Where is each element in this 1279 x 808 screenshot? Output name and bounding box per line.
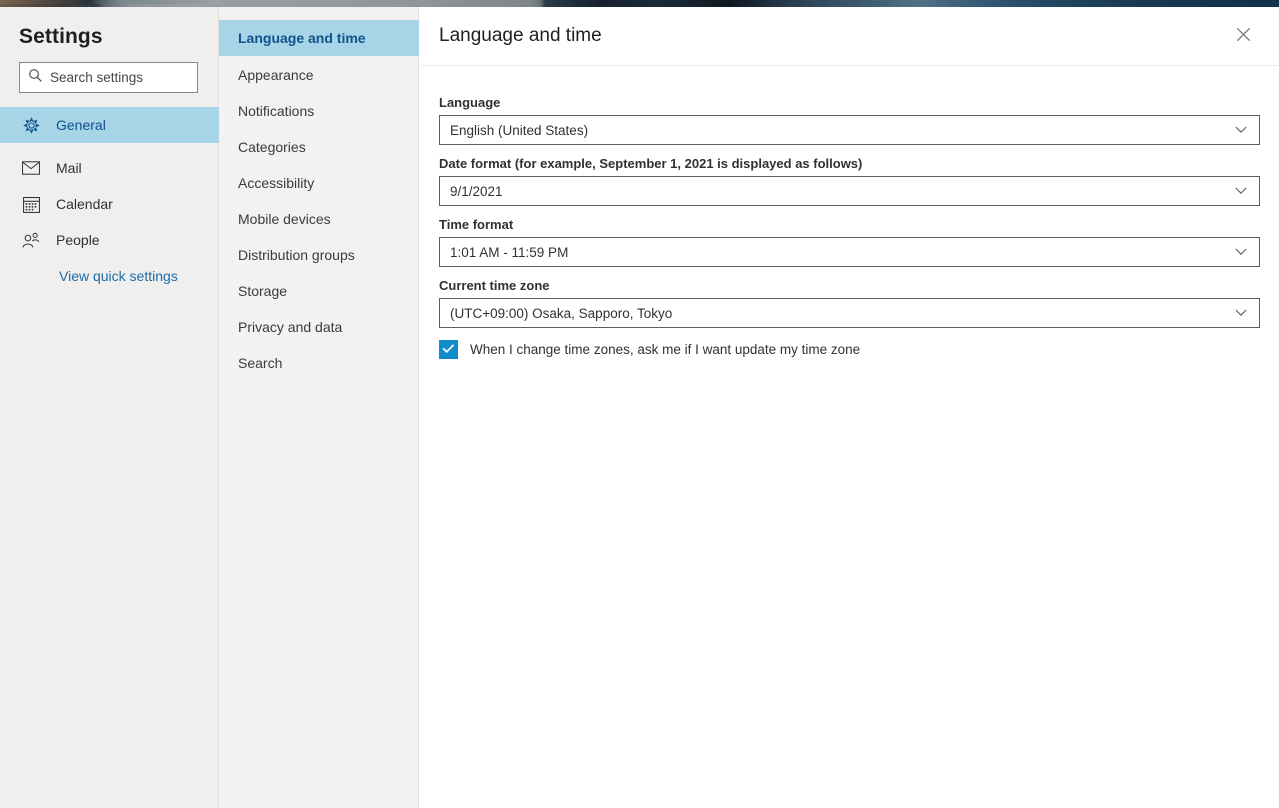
- chevron-down-icon: [1235, 304, 1247, 322]
- time-format-dropdown-value: 1:01 AM - 11:59 PM: [450, 244, 569, 260]
- search-settings-box[interactable]: [19, 62, 198, 93]
- chevron-down-icon: [1235, 121, 1247, 139]
- subnav-item-label: Mobile devices: [238, 211, 331, 227]
- time-format-field: Time format 1:01 AM - 11:59 PM: [439, 216, 1260, 267]
- chevron-down-icon: [1235, 243, 1247, 261]
- subnav-item-mobile-devices[interactable]: Mobile devices: [219, 201, 419, 237]
- sidebar-item-general[interactable]: General: [0, 107, 219, 143]
- envelope-icon: [22, 159, 40, 177]
- date-format-field-label: Date format (for example, September 1, 2…: [439, 156, 863, 171]
- subnav-item-search[interactable]: Search: [219, 345, 419, 381]
- subnav-item-label: Search: [238, 355, 283, 371]
- page-background-strip-left: [0, 0, 219, 4]
- chevron-down-icon: [1235, 182, 1247, 200]
- detail-header: Language and time: [420, 7, 1279, 66]
- current-time-zone-field-label: Current time zone: [439, 278, 550, 293]
- subnav-item-categories[interactable]: Categories: [219, 129, 419, 165]
- settings-detail-pane: Language and time Language English (Unit…: [420, 7, 1279, 808]
- subnav-item-label: Notifications: [238, 103, 315, 119]
- subnav-item-appearance[interactable]: Appearance: [219, 57, 419, 93]
- subnav-item-label: Appearance: [238, 67, 314, 83]
- close-icon: [1236, 27, 1251, 47]
- search-icon: [28, 68, 43, 88]
- view-quick-settings-link[interactable]: View quick settings: [59, 268, 178, 284]
- subnav-item-label: Language and time: [238, 30, 366, 46]
- person-icon: [22, 231, 40, 249]
- sidebar-item-label: Calendar: [56, 196, 113, 212]
- time-format-dropdown[interactable]: 1:01 AM - 11:59 PM: [439, 237, 1260, 267]
- subnav-item-label: Categories: [238, 139, 306, 155]
- language-field-label: Language: [439, 95, 501, 110]
- subnav-item-privacy-and-data[interactable]: Privacy and data: [219, 309, 419, 345]
- subnav-item-notifications[interactable]: Notifications: [219, 93, 419, 129]
- subnav-item-label: Storage: [238, 283, 288, 299]
- sidebar-item-label: People: [56, 232, 100, 248]
- timezone-prompt-checkbox[interactable]: [439, 340, 458, 359]
- sidebar-item-people[interactable]: People: [0, 222, 219, 258]
- search-input[interactable]: [50, 70, 190, 85]
- detail-title: Language and time: [439, 25, 602, 46]
- settings-subnav: Language and time Appearance Notificatio…: [219, 7, 419, 808]
- timezone-prompt-checkbox-row[interactable]: When I change time zones, ask me if I wa…: [439, 340, 860, 359]
- subnav-item-storage[interactable]: Storage: [219, 273, 419, 309]
- language-dropdown[interactable]: English (United States): [439, 115, 1260, 145]
- sidebar-item-mail[interactable]: Mail: [0, 150, 219, 186]
- subnav-item-label: Accessibility: [238, 175, 315, 191]
- sidebar-item-label: General: [56, 117, 106, 133]
- subnav-item-distribution-groups[interactable]: Distribution groups: [219, 237, 419, 273]
- date-format-field: Date format (for example, September 1, 2…: [439, 155, 1260, 206]
- subnav-item-label: Privacy and data: [238, 319, 343, 335]
- subnav-item-label: Distribution groups: [238, 247, 355, 263]
- current-time-zone-dropdown-value: (UTC+09:00) Osaka, Sapporo, Tokyo: [450, 305, 673, 321]
- sidebar-item-calendar[interactable]: Calendar: [0, 186, 219, 222]
- time-format-field-label: Time format: [439, 217, 514, 232]
- subnav-item-accessibility[interactable]: Accessibility: [219, 165, 419, 201]
- timezone-prompt-label: When I change time zones, ask me if I wa…: [470, 342, 861, 357]
- subnav-item-language-and-time[interactable]: Language and time: [219, 20, 419, 56]
- close-button[interactable]: [1227, 21, 1259, 53]
- sidebar-item-label: Mail: [56, 160, 82, 176]
- current-time-zone-field: Current time zone (UTC+09:00) Osaka, Sap…: [439, 277, 1260, 328]
- calendar-icon: [22, 195, 40, 213]
- gear-icon: [22, 116, 40, 134]
- language-field: Language English (United States): [439, 94, 1260, 145]
- date-format-dropdown-value: 9/1/2021: [450, 183, 503, 199]
- settings-sidebar: Settings Search settings General Mail Ca…: [0, 7, 219, 808]
- page-background-strip: [0, 0, 1279, 7]
- checkmark-icon: [442, 341, 455, 359]
- current-time-zone-dropdown[interactable]: (UTC+09:00) Osaka, Sapporo, Tokyo: [439, 298, 1260, 328]
- language-dropdown-value: English (United States): [450, 122, 589, 138]
- date-format-dropdown[interactable]: 9/1/2021: [439, 176, 1260, 206]
- page-title: Settings: [19, 25, 103, 48]
